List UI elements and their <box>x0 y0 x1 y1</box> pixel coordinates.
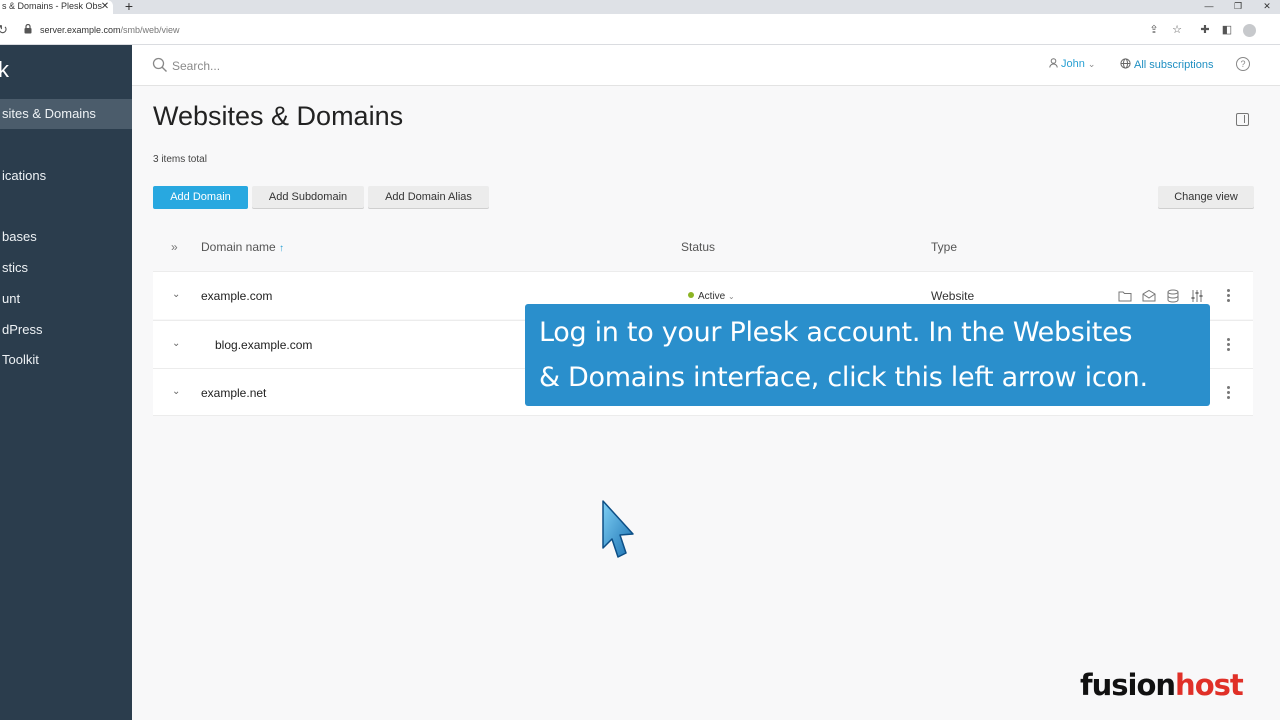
sidebar-item-wordpress[interactable]: dPress <box>0 315 132 345</box>
minimize-button[interactable]: — <box>1199 0 1219 14</box>
status-dot-icon <box>688 292 694 298</box>
extensions-icon[interactable]: ✚ <box>1197 22 1213 38</box>
status-label: Active <box>698 291 726 302</box>
panel-toggle-icon[interactable] <box>1236 113 1249 126</box>
brand-part-2: host <box>1175 668 1244 702</box>
close-window-button[interactable]: ✕ <box>1257 0 1277 14</box>
user-name: John <box>1061 58 1085 70</box>
callout-line-2: & Domains interface, click this left arr… <box>539 362 1148 393</box>
column-domain-name[interactable]: Domain name ↑ <box>201 240 284 254</box>
column-domain-name-label: Domain name <box>201 240 276 254</box>
search-input[interactable] <box>172 57 472 74</box>
tab-close-icon[interactable]: ✕ <box>99 0 111 14</box>
user-menu[interactable]: John ⌄ <box>1049 58 1095 70</box>
tutorial-callout: Log in to your Plesk account. In the Web… <box>525 304 1210 406</box>
add-domain-button[interactable]: Add Domain <box>153 186 248 209</box>
side-panel-icon[interactable]: ◧ <box>1219 22 1235 38</box>
column-status[interactable]: Status <box>681 240 715 254</box>
more-actions-icon[interactable] <box>1227 289 1231 303</box>
search-icon <box>152 57 167 72</box>
sidebar-item-toolkit[interactable]: Toolkit <box>0 345 132 375</box>
globe-icon <box>1120 58 1131 69</box>
chevron-down-icon: ⌄ <box>728 292 735 301</box>
database-icon[interactable] <box>1166 289 1180 303</box>
subscriptions-menu[interactable]: All subscriptions <box>1120 58 1213 71</box>
sidebar: k sites & Domains ications bases stics u… <box>0 45 132 720</box>
new-tab-button[interactable]: + <box>122 0 136 13</box>
user-icon <box>1049 58 1058 68</box>
domain-link[interactable]: blog.example.com <box>215 338 312 352</box>
chevron-down-icon: ⌄ <box>1087 59 1096 69</box>
help-icon[interactable]: ? <box>1236 57 1250 71</box>
add-domain-alias-button[interactable]: Add Domain Alias <box>368 186 489 209</box>
mouse-cursor-icon <box>602 500 634 558</box>
column-type[interactable]: Type <box>931 240 957 254</box>
domain-type: Website <box>931 289 975 303</box>
address-bar[interactable]: server.example.com/smb/web/view <box>40 25 180 35</box>
url-path: /smb/web/view <box>120 25 180 35</box>
sidebar-item-applications[interactable]: ications <box>0 161 132 191</box>
settings-sliders-icon[interactable] <box>1190 289 1204 303</box>
sidebar-item-account[interactable]: unt <box>0 284 132 314</box>
more-actions-icon[interactable] <box>1227 386 1231 400</box>
browser-tab-title: s & Domains - Plesk Obs <box>2 1 103 11</box>
fusionhost-logo: fusionhost <box>1080 668 1244 702</box>
subscriptions-label: All subscriptions <box>1134 59 1214 71</box>
status-badge[interactable]: Active ⌄ <box>688 291 735 302</box>
share-icon[interactable]: ⇪ <box>1146 22 1162 38</box>
row-expand-chevron-icon[interactable]: ⌄ <box>172 386 180 397</box>
row-expand-chevron-icon[interactable]: ⌄ <box>172 338 180 349</box>
browser-tab-bar: s & Domains - Plesk Obs ✕ + — ❐ ✕ <box>0 0 1280 14</box>
plesk-logo[interactable]: k <box>0 57 9 83</box>
brand-part-1: fusion <box>1080 668 1176 702</box>
page-title: Websites & Domains <box>153 101 404 131</box>
add-subdomain-button[interactable]: Add Subdomain <box>252 186 364 209</box>
expand-all-icon[interactable]: » <box>171 240 178 254</box>
sidebar-item-databases[interactable]: bases <box>0 222 132 252</box>
domain-link[interactable]: example.net <box>201 386 266 400</box>
mail-icon[interactable] <box>1142 289 1156 303</box>
reload-icon[interactable]: ↻ <box>0 22 8 38</box>
browser-toolbar: ↻ server.example.com/smb/web/view ⇪ ☆ ✚ … <box>0 14 1280 45</box>
domain-link[interactable]: example.com <box>201 289 272 303</box>
top-header: John ⌄ All subscriptions ? <box>132 45 1280 86</box>
sort-arrow-icon: ↑ <box>279 243 285 254</box>
bookmark-star-icon[interactable]: ☆ <box>1169 22 1185 38</box>
row-expand-chevron-icon[interactable]: ⌄ <box>172 289 180 300</box>
change-view-button[interactable]: Change view <box>1158 186 1254 209</box>
sidebar-item-statistics[interactable]: stics <box>0 253 132 283</box>
callout-line-1: Log in to your Plesk account. In the Web… <box>539 317 1133 348</box>
url-host: server.example.com <box>40 25 121 35</box>
folder-icon[interactable] <box>1118 289 1132 303</box>
restore-button[interactable]: ❐ <box>1228 0 1248 14</box>
browser-tab[interactable]: s & Domains - Plesk Obs <box>0 0 113 14</box>
profile-avatar-icon[interactable] <box>1243 24 1256 37</box>
sidebar-item-websites-domains[interactable]: sites & Domains <box>0 99 132 129</box>
more-actions-icon[interactable] <box>1227 338 1231 352</box>
items-total: 3 items total <box>153 154 207 165</box>
lock-icon <box>24 24 32 34</box>
